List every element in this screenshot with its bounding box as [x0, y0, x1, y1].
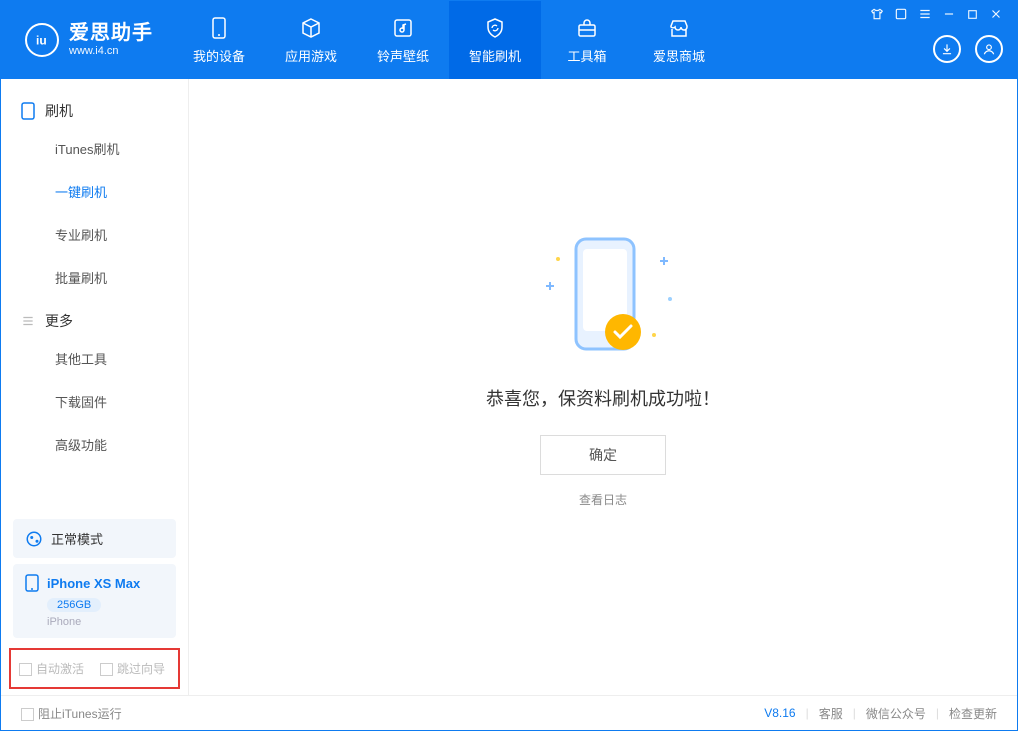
sidebar-group-flash: 刷机 [1, 89, 188, 127]
brand: iu 爱思助手 www.i4.cn [1, 1, 173, 79]
checkbox-block-itunes[interactable]: 阻止iTunes运行 [21, 705, 122, 722]
window-controls [870, 7, 1003, 21]
highlighted-checkbox-row: 自动激活 跳过向导 [9, 648, 180, 689]
tab-label: 我的设备 [193, 46, 245, 65]
download-button[interactable] [933, 35, 961, 63]
tab-label: 智能刷机 [469, 46, 521, 65]
tab-label: 工具箱 [567, 46, 606, 65]
app-header: iu 爱思助手 www.i4.cn 我的设备 应用游戏 铃声壁纸 智能刷机 工具… [1, 1, 1017, 79]
group-label: 刷机 [45, 101, 73, 121]
mode-label: 正常模式 [51, 529, 103, 548]
toolbox-icon [575, 16, 599, 40]
device-type: iPhone [47, 616, 164, 628]
skin-icon[interactable] [894, 7, 908, 21]
music-folder-icon [391, 16, 415, 40]
brand-name: 爱思助手 [69, 22, 153, 45]
sidebar-group-more: 更多 [1, 299, 188, 337]
footer-link-service[interactable]: 客服 [819, 705, 843, 722]
close-icon[interactable] [989, 7, 1003, 21]
footer: 阻止iTunes运行 V8.16 | 客服 | 微信公众号 | 检查更新 [1, 695, 1017, 730]
view-log-link[interactable]: 查看日志 [579, 491, 627, 508]
success-illustration [528, 227, 678, 367]
svg-text:iu: iu [36, 34, 47, 48]
minimize-icon[interactable] [942, 7, 956, 21]
device-capacity: 256GB [47, 598, 101, 612]
sidebar-item-onekey-flash[interactable]: 一键刷机 [1, 170, 188, 213]
group-label: 更多 [45, 311, 73, 331]
sidebar-item-other-tools[interactable]: 其他工具 [1, 337, 188, 380]
ok-button[interactable]: 确定 [540, 435, 666, 475]
brand-logo-icon: iu [25, 23, 59, 57]
cube-icon [299, 16, 323, 40]
tab-my-device[interactable]: 我的设备 [173, 1, 265, 79]
maximize-icon[interactable] [966, 8, 979, 21]
version-label: V8.16 [764, 706, 795, 720]
shield-refresh-icon [483, 16, 507, 40]
tab-smart-flash[interactable]: 智能刷机 [449, 1, 541, 79]
phone-icon [207, 16, 231, 40]
sidebar-item-batch-flash[interactable]: 批量刷机 [1, 256, 188, 299]
tshirt-icon[interactable] [870, 7, 884, 21]
tab-toolbox[interactable]: 工具箱 [541, 1, 633, 79]
tab-label: 铃声壁纸 [377, 46, 429, 65]
mode-icon [25, 530, 43, 548]
user-button[interactable] [975, 35, 1003, 63]
menu-icon[interactable] [918, 7, 932, 21]
mode-card[interactable]: 正常模式 [13, 519, 176, 558]
tab-label: 爱思商城 [653, 46, 705, 65]
tab-label: 应用游戏 [285, 46, 337, 65]
tab-store[interactable]: 爱思商城 [633, 1, 725, 79]
sidebar-item-advanced[interactable]: 高级功能 [1, 423, 188, 466]
sidebar-item-itunes-flash[interactable]: iTunes刷机 [1, 127, 188, 170]
list-icon [21, 314, 35, 328]
device-card[interactable]: iPhone XS Max 256GB iPhone [13, 564, 176, 638]
checkbox-skip-guide[interactable]: 跳过向导 [100, 660, 165, 677]
header-tabs: 我的设备 应用游戏 铃声壁纸 智能刷机 工具箱 爱思商城 [173, 1, 725, 79]
brand-url: www.i4.cn [69, 45, 153, 58]
sidebar-item-pro-flash[interactable]: 专业刷机 [1, 213, 188, 256]
footer-link-update[interactable]: 检查更新 [949, 705, 997, 722]
store-icon [667, 16, 691, 40]
sidebar: 刷机 iTunes刷机 一键刷机 专业刷机 批量刷机 更多 其他工具 下载固件 … [1, 79, 189, 695]
footer-link-wechat[interactable]: 微信公众号 [866, 705, 926, 722]
device-icon [25, 574, 39, 592]
sidebar-item-download-firmware[interactable]: 下载固件 [1, 380, 188, 423]
device-name: iPhone XS Max [47, 576, 140, 591]
tab-apps[interactable]: 应用游戏 [265, 1, 357, 79]
main-content: 恭喜您，保资料刷机成功啦！ 确定 查看日志 [189, 79, 1017, 695]
success-message: 恭喜您，保资料刷机成功啦！ [486, 385, 720, 411]
tab-ringtone[interactable]: 铃声壁纸 [357, 1, 449, 79]
checkbox-auto-activate[interactable]: 自动激活 [19, 660, 84, 677]
phone-small-icon [21, 102, 35, 120]
